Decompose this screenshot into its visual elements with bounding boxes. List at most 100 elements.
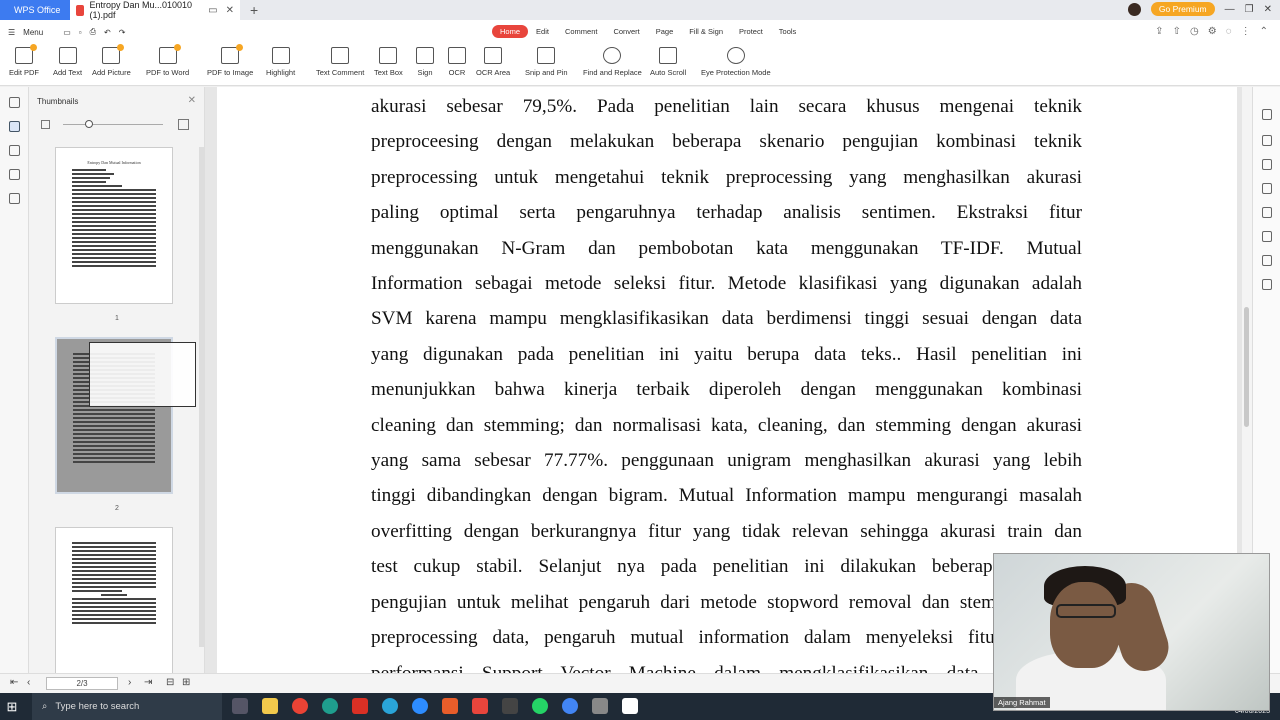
app-icon[interactable]	[592, 698, 608, 714]
minimize-icon[interactable]: —	[1225, 4, 1235, 15]
thumbnails-icon[interactable]	[9, 121, 20, 132]
text-comment-button[interactable]: Text Comment	[316, 47, 364, 77]
first-page-icon[interactable]: ⇤	[10, 677, 18, 688]
zoom-icon[interactable]	[1262, 255, 1272, 266]
last-page-icon[interactable]: ⇥	[144, 677, 152, 688]
zoom-in-icon[interactable]	[178, 119, 189, 130]
thumbnail-scrollbar[interactable]	[199, 147, 204, 647]
file-explorer-icon[interactable]	[262, 698, 278, 714]
slider-knob[interactable]	[85, 120, 93, 128]
edit-icon[interactable]	[1262, 159, 1272, 170]
add-text-button[interactable]: Add Text	[53, 47, 82, 77]
list-icon[interactable]	[1262, 207, 1272, 218]
wps-icon[interactable]	[472, 698, 488, 714]
add-picture-button[interactable]: Add Picture	[92, 44, 131, 77]
pdf-to-word-button[interactable]: PDF to Word	[146, 44, 189, 77]
zoom-out-icon[interactable]	[41, 120, 50, 129]
tab-home[interactable]: Home	[492, 25, 529, 38]
prev-page-icon[interactable]: ‹	[27, 677, 30, 688]
undo-icon[interactable]: ↶	[104, 28, 111, 37]
snip-and-pin-button[interactable]: Snip and Pin	[525, 47, 568, 77]
tab-convert[interactable]: Convert	[605, 25, 647, 38]
edit-pdf-button[interactable]: Edit PDF	[9, 44, 39, 77]
fit-width-icon[interactable]: ⊞	[182, 677, 190, 688]
eye-protection-button[interactable]: Eye Protection Mode	[701, 47, 771, 77]
print-icon[interactable]: ⎙	[90, 27, 96, 37]
app-icon[interactable]	[322, 698, 338, 714]
pdf-to-image-button[interactable]: PDF to Image	[207, 44, 253, 77]
text-box-button[interactable]: Text Box	[374, 47, 403, 77]
fit-page-icon[interactable]: ⊟	[166, 677, 174, 688]
find-replace-button[interactable]: Find and Replace	[583, 47, 642, 77]
annotate-icon[interactable]	[1262, 183, 1272, 194]
visible-area-indicator[interactable]	[89, 342, 196, 407]
bookmark-icon[interactable]	[9, 97, 20, 108]
pdf-app-icon[interactable]	[352, 698, 368, 714]
open-folder-icon[interactable]: ▭	[63, 28, 71, 37]
share-icon[interactable]: ⇪	[1155, 26, 1163, 37]
ocr-area-button[interactable]: OCR Area	[476, 47, 510, 77]
app-icon[interactable]	[442, 698, 458, 714]
history-icon[interactable]: ◷	[1190, 26, 1199, 37]
tab-page[interactable]: Page	[648, 25, 682, 38]
thumbnail-zoom-slider[interactable]	[41, 119, 189, 132]
tab-comment[interactable]: Comment	[557, 25, 606, 38]
tab-protect[interactable]: Protect	[731, 25, 771, 38]
page-body-text: akurasi sebesar 79,5%. Pada penelitian l…	[371, 89, 1082, 673]
page-thumbnail-3[interactable]	[55, 527, 173, 677]
settings-icon[interactable]: ⚙	[1208, 26, 1217, 37]
new-tab-icon[interactable]: +	[250, 2, 258, 18]
window-close-icon[interactable]: ✕	[1264, 4, 1272, 15]
tab-tools[interactable]: Tools	[771, 25, 805, 38]
task-view-icon[interactable]	[232, 698, 248, 714]
attachment-icon[interactable]	[9, 169, 20, 180]
whatsapp-icon[interactable]	[532, 698, 548, 714]
menu-button[interactable]: Menu	[23, 28, 43, 37]
tab-edit[interactable]: Edit	[528, 25, 557, 38]
table-icon[interactable]	[1262, 279, 1272, 290]
restore-icon[interactable]: ❐	[1245, 4, 1254, 15]
go-premium-button[interactable]: Go Premium	[1150, 2, 1215, 16]
document-tab-label: Entropy Dan Mu...010010 (1).pdf	[89, 0, 193, 20]
collapse-icon[interactable]: ⌃	[1260, 26, 1268, 37]
feedback-icon[interactable]: ◌	[1226, 26, 1232, 37]
tab-close-icon[interactable]: ✕	[226, 5, 234, 16]
chrome-icon[interactable]	[292, 698, 308, 714]
export-icon[interactable]	[1262, 135, 1272, 146]
sign-button[interactable]: Sign	[416, 47, 434, 77]
tab-fill-sign[interactable]: Fill & Sign	[681, 25, 731, 38]
telegram-icon[interactable]	[382, 698, 398, 714]
upload-icon[interactable]: ⇧	[1173, 26, 1181, 37]
page-number-input[interactable]: 2/3	[46, 677, 118, 690]
auto-scroll-button[interactable]: Auto Scroll	[650, 47, 686, 77]
tab-monitor-icon[interactable]: ▭	[208, 5, 217, 16]
scroll-thumb[interactable]	[1244, 307, 1249, 427]
fill-icon[interactable]	[1262, 231, 1272, 242]
next-page-icon[interactable]: ›	[128, 677, 131, 688]
save-icon[interactable]: ▫	[79, 28, 82, 37]
taskbar-search[interactable]: ⌕ Type here to search	[32, 693, 222, 720]
webcam-glasses	[1056, 604, 1116, 618]
highlight-button[interactable]: Highlight	[266, 47, 295, 77]
page-thumbnail-1[interactable]: Entropy Dan Mutual Information	[55, 147, 173, 304]
zoom-app-icon[interactable]	[412, 698, 428, 714]
windows-start-icon[interactable]: ⊞	[0, 693, 24, 720]
more-icon[interactable]: ⋮	[1241, 26, 1251, 37]
user-avatar[interactable]	[1127, 2, 1141, 16]
hamburger-icon[interactable]: ☰	[8, 28, 15, 37]
wps-office-tab[interactable]: WPS Office	[0, 0, 70, 20]
signature-icon[interactable]	[9, 193, 20, 204]
chrome-icon[interactable]	[562, 698, 578, 714]
capcut-icon[interactable]	[622, 698, 638, 714]
app-icon[interactable]	[502, 698, 518, 714]
text-line: tinggi dibandingkan dengan bigram. Mutua…	[371, 485, 1082, 507]
text-line: preprocessing untuk mengetahui teknik pr…	[371, 166, 1082, 188]
text-line: yang digunakan pada penelitian ini yaitu…	[371, 343, 1082, 365]
redo-icon[interactable]: ↷	[119, 28, 126, 37]
slider-track[interactable]	[63, 124, 163, 125]
ocr-button[interactable]: OCR	[448, 47, 466, 77]
comment-icon[interactable]	[9, 145, 20, 156]
document-tab[interactable]: Entropy Dan Mu...010010 (1).pdf ▭ ✕	[70, 0, 240, 20]
properties-icon[interactable]	[1262, 109, 1272, 120]
close-panel-icon[interactable]: ✕	[188, 95, 196, 106]
